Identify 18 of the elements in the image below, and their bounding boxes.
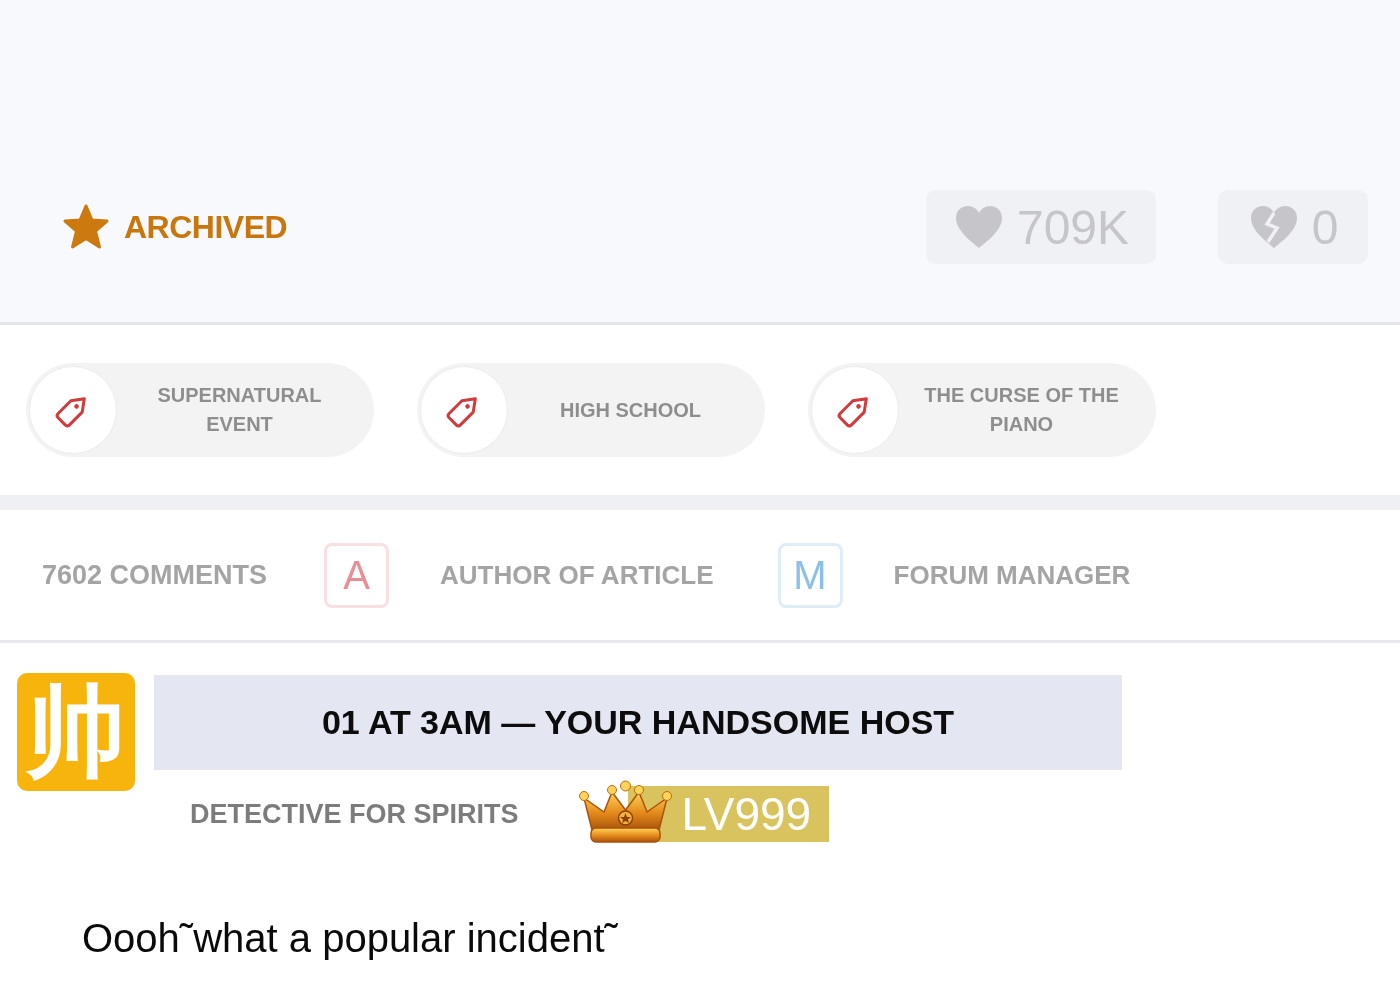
status-label: ARCHIVED [124, 208, 288, 246]
role-badge: A [324, 542, 390, 608]
star-icon [62, 203, 110, 251]
tag-icon [811, 366, 899, 454]
tag-icon [29, 366, 117, 454]
avatar-tile: 帅 [17, 673, 135, 791]
tag-icon [420, 366, 508, 454]
comment-text: Oooh˜what a popular incident˜ [82, 915, 618, 962]
tag-chip[interactable]: HIGH SCHOOL [417, 363, 765, 457]
comment-count: 7602 COMMENTS [42, 559, 268, 591]
tag-chip[interactable]: THE CURSE OF THE PIANO [808, 363, 1156, 457]
role-badge: M [777, 542, 843, 608]
username-bar: 01 AT 3AM — YOUR HANDSOME HOST [154, 675, 1122, 770]
role-label: AUTHOR OF ARTICLE [440, 559, 714, 591]
crown-icon [577, 780, 673, 846]
user-title: DETECTIVE FOR SPIRITS [190, 798, 519, 830]
role-label: FORUM MANAGER [893, 559, 1131, 591]
tag-chip[interactable]: SUPERNATURAL EVENT [26, 363, 374, 457]
